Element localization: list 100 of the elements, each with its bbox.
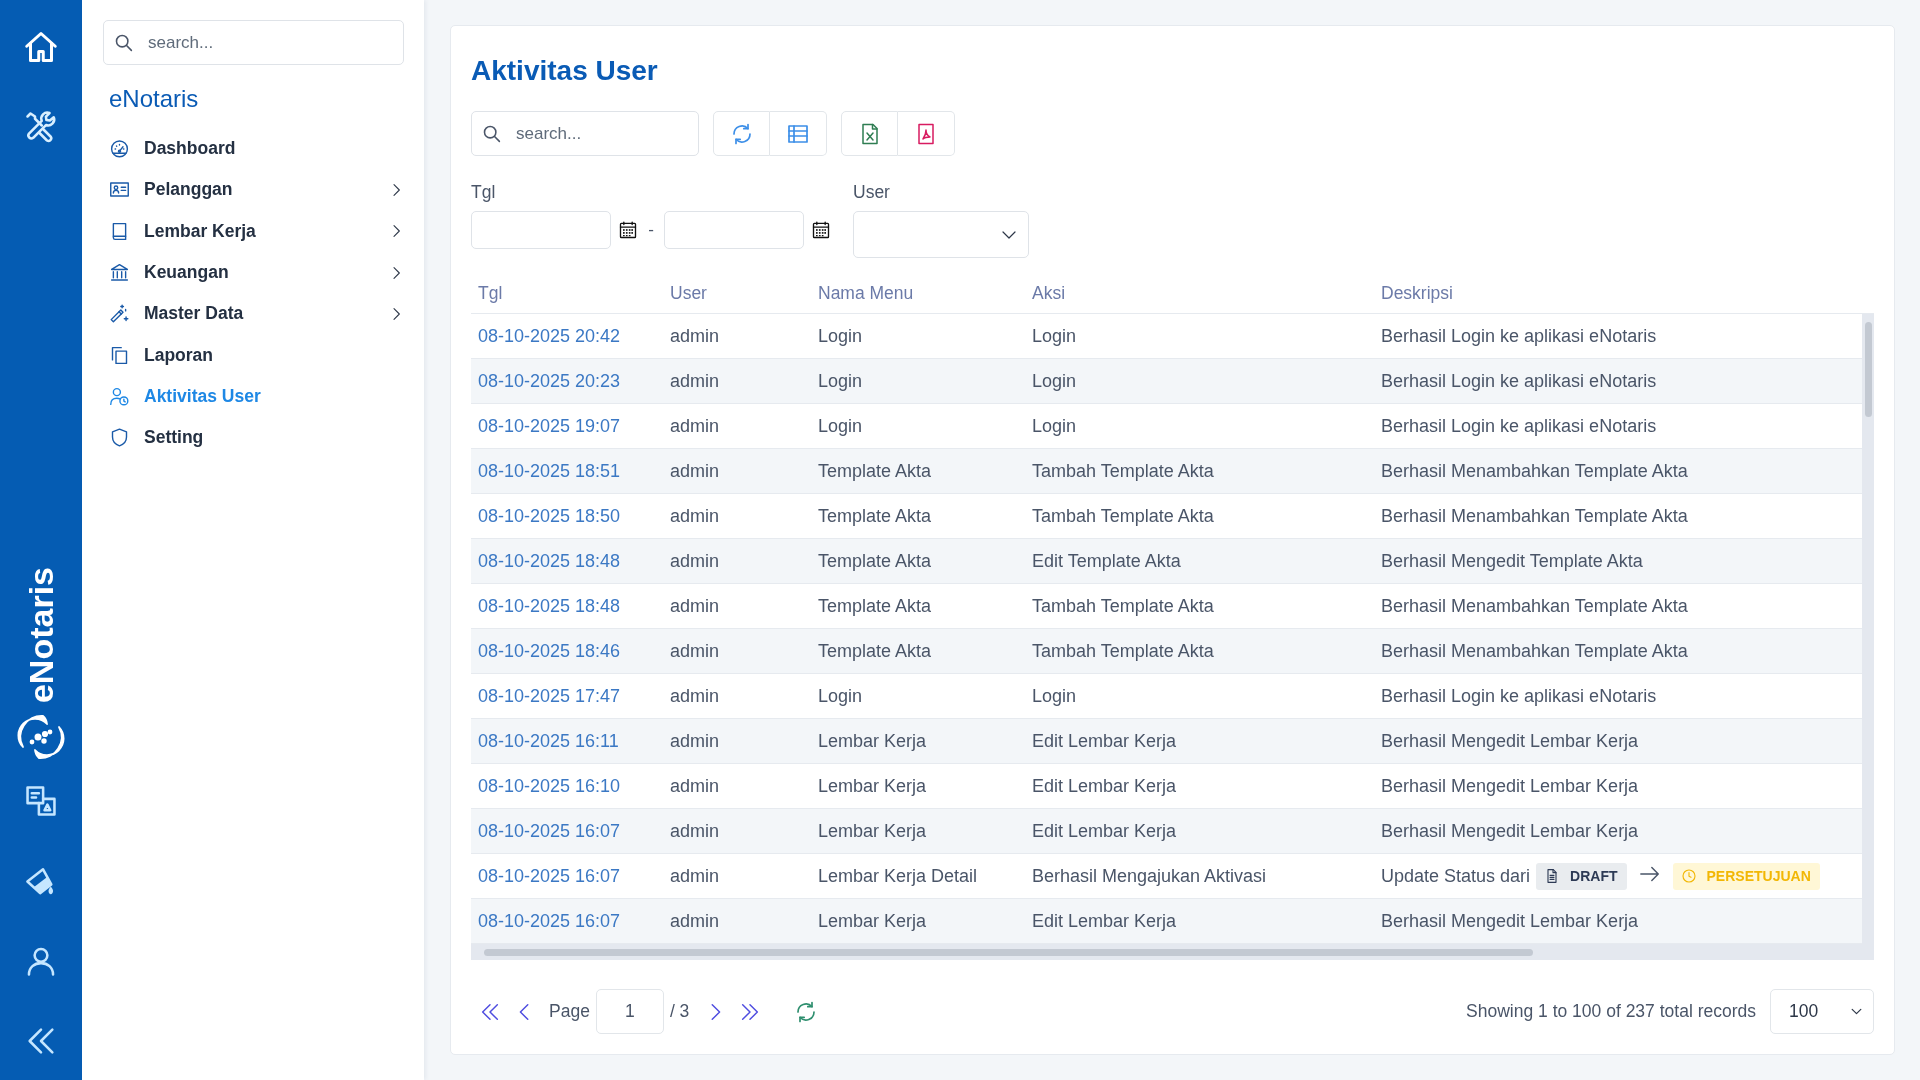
column-header[interactable]: Tgl [471, 273, 663, 313]
table-cell-text: Berhasil Mengedit Lembar Kerja [1380, 909, 1640, 933]
refresh-button[interactable] [713, 111, 770, 156]
table-cell-text: admin [669, 819, 721, 843]
table-cell-text: admin [669, 324, 721, 348]
table-cell-text: Edit Template Akta [1031, 549, 1182, 573]
table-cell-text: Template Akta [817, 459, 933, 483]
column-header[interactable]: User [663, 273, 811, 313]
scrollbar-thumb[interactable] [484, 948, 1533, 956]
search-field[interactable]: search... [103, 20, 404, 65]
sidebar-item[interactable]: Setting [103, 417, 404, 459]
table-cell-text: Lembar Kerja [817, 819, 928, 843]
table-cell-text: Berhasil Mengedit Template Akta [1380, 549, 1644, 573]
shield-icon [109, 427, 130, 449]
sidebar-item[interactable]: Pelanggan [103, 169, 404, 211]
table-cell-text: Edit Lembar Kerja [1031, 819, 1178, 843]
home-icon[interactable] [23, 29, 59, 65]
sidebar-item[interactable]: Lembar Kerja [103, 210, 404, 252]
table-cell-text: Login [817, 684, 864, 708]
sidebar-item[interactable]: Master Data [103, 293, 404, 335]
table-view-button[interactable] [770, 111, 827, 156]
page-field[interactable]: 1 [595, 989, 664, 1034]
table-cell-text: Template Akta [817, 639, 933, 663]
copy-icon [109, 344, 130, 366]
sidebar-item[interactable]: Keuangan [103, 251, 404, 294]
table-cell-text: 08-10-2025 20:23 [477, 369, 622, 393]
date-field[interactable] [664, 211, 804, 249]
date-field[interactable] [471, 211, 611, 249]
description-text: Update Status dari [1381, 865, 1531, 887]
table-cell-text: admin [669, 459, 721, 483]
table-cell-text: Berhasil Menambahkan Template Akta [1380, 639, 1689, 663]
translate-icon[interactable] [24, 784, 58, 818]
table-cell-text: Berhasil Menambahkan Template Akta [1380, 459, 1689, 483]
table-cell-text: Lembar Kerja Detail [817, 864, 979, 888]
filter-label: Tgl [471, 181, 497, 203]
table-cell-text: admin [669, 549, 721, 573]
page-total: / 3 [669, 1001, 690, 1022]
swirl-logo-icon [17, 713, 65, 761]
table-cell-text: Berhasil Mengajukan Aktivasi [1031, 864, 1268, 888]
table-cell-text: Berhasil Menambahkan Template Akta [1380, 504, 1689, 528]
table-cell-text: Berhasil Menambahkan Template Akta [1380, 594, 1689, 618]
table-cell-text: Login [817, 324, 864, 348]
vertical-scrollbar[interactable] [1862, 314, 1874, 944]
table-cell-text: 08-10-2025 16:07 [477, 864, 622, 888]
table-cell-text: admin [669, 864, 721, 888]
column-header[interactable]: Aksi [1025, 273, 1374, 313]
table-cell-text: Login [1031, 684, 1078, 708]
table-cell-text: Template Akta [817, 504, 933, 528]
calendar-icon[interactable] [811, 220, 831, 240]
table-cell-text: admin [669, 684, 721, 708]
pdf-export-button[interactable] [898, 111, 955, 156]
search-field[interactable]: search... [471, 111, 699, 156]
table-cell-text: Berhasil Mengedit Lembar Kerja [1380, 774, 1640, 798]
table-cell-text: Edit Lembar Kerja [1031, 909, 1178, 933]
table-cell-text: admin [669, 414, 721, 438]
table-cell-text: 08-10-2025 16:07 [477, 909, 622, 933]
user-clock-icon [109, 385, 130, 407]
table-cell-text: 08-10-2025 20:42 [477, 324, 622, 348]
page-title: Aktivitas User [471, 54, 659, 88]
table-cell-text: Tambah Template Akta [1031, 594, 1215, 618]
table-cell-text: Tambah Template Akta [1031, 639, 1215, 663]
excel-export-button[interactable] [841, 111, 898, 156]
status-label: PERSETUJUAN [1706, 868, 1811, 884]
table-cell-text: admin [669, 639, 721, 663]
sidebar-item[interactable]: Aktivitas User [103, 375, 404, 418]
sidebar-item[interactable]: Laporan [103, 334, 404, 376]
horizontal-scrollbar[interactable] [471, 944, 1874, 960]
table-cell-text: Template Akta [817, 549, 933, 573]
table-cell-text: Login [1031, 324, 1078, 348]
calendar-icon[interactable] [618, 220, 638, 240]
column-header[interactable]: Nama Menu [811, 273, 1025, 313]
table-cell-text: Edit Lembar Kerja [1031, 774, 1178, 798]
menu-label: Dashboard [144, 138, 236, 160]
menu-label: Lembar Kerja [144, 220, 256, 242]
table-cell-text: Tambah Template Akta [1031, 459, 1215, 483]
sidebar-item[interactable]: Dashboard [103, 128, 404, 170]
column-header[interactable]: Deskripsi [1374, 273, 1862, 313]
table-cell-text: 08-10-2025 19:07 [477, 414, 622, 438]
table-cell-text: admin [669, 369, 721, 393]
filter-label: User [853, 181, 891, 203]
table-cell-text: Template Akta [817, 594, 933, 618]
table-cell-text: Tambah Template Akta [1031, 504, 1215, 528]
menu-label: Setting [144, 427, 204, 449]
table-cell-text: Login [1031, 369, 1078, 393]
table-cell-text: 08-10-2025 18:48 [477, 594, 622, 618]
table-cell-text: admin [669, 909, 721, 933]
table-cell-text: 08-10-2025 18:46 [477, 639, 622, 663]
magic-wand-icon [109, 303, 130, 325]
table-cell-text: 08-10-2025 18:50 [477, 504, 622, 528]
search-icon [113, 32, 134, 53]
table-cell-text: Lembar Kerja [817, 909, 928, 933]
table-cell-text: admin [669, 504, 721, 528]
table-cell-text: Lembar Kerja [817, 774, 928, 798]
page-size-dropdown[interactable]: 100 [1770, 989, 1874, 1034]
table-cell-text: Berhasil Login ke aplikasi eNotaris [1380, 324, 1658, 348]
scrollbar-thumb[interactable] [1864, 322, 1872, 417]
menu-label: Pelanggan [144, 179, 233, 201]
table-cell-text: admin [669, 774, 721, 798]
table-cell-text: Edit Lembar Kerja [1031, 729, 1178, 753]
table-cell-text: 08-10-2025 17:47 [477, 684, 622, 708]
